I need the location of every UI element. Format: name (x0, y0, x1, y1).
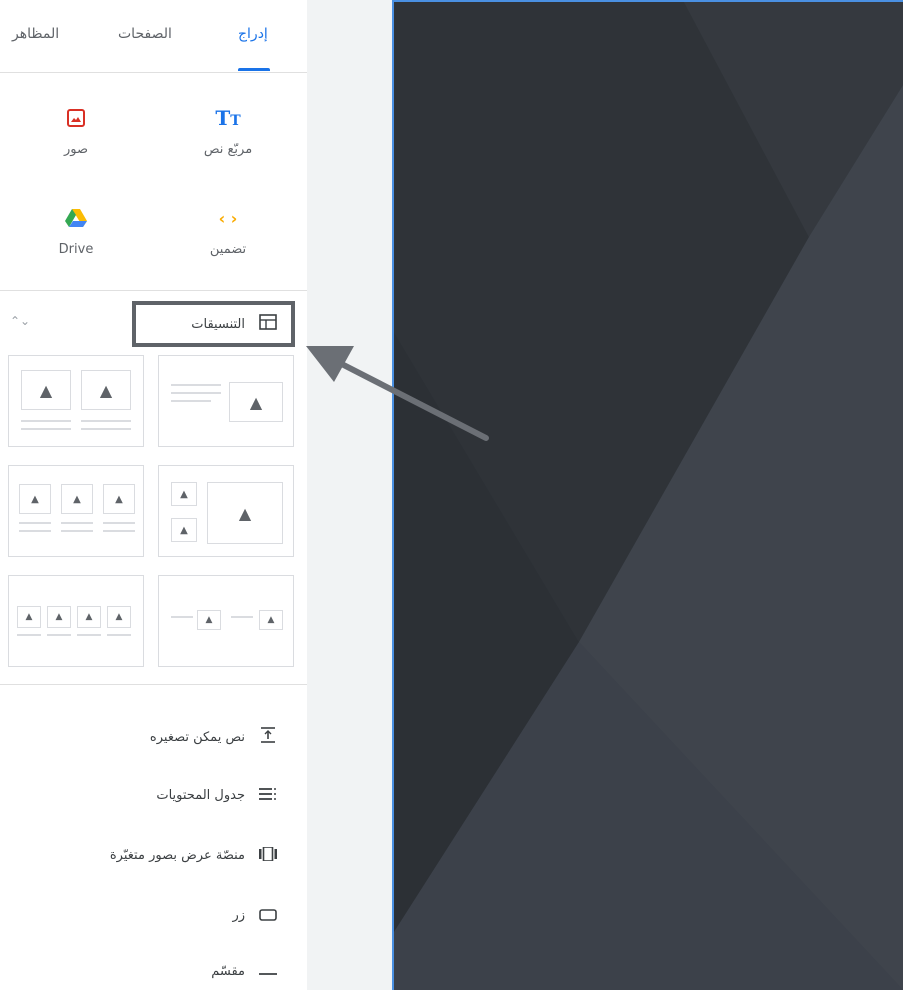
image-placeholder-icon: ▲ (19, 484, 51, 514)
text-box-icon: TT (215, 106, 241, 130)
embed-icon: ‹ › (218, 208, 238, 228)
image-placeholder-icon: ▲ (47, 606, 71, 628)
text-line-placeholder (171, 392, 221, 394)
image-carousel-label: منصّة عرض بصور متغيّرة (109, 848, 245, 863)
text-line-placeholder (21, 420, 71, 422)
image-placeholder-icon: ▲ (77, 606, 101, 628)
layouts-section-header[interactable]: التنسيقات (132, 301, 295, 347)
table-of-contents-label: جدول المحتويات (156, 788, 245, 803)
page-canvas[interactable] (392, 0, 903, 990)
divider (0, 290, 307, 291)
layout-option[interactable]: ▲ ▲ ▲ (8, 465, 144, 557)
layout-option[interactable]: ▲ ▲ (158, 575, 294, 667)
text-line-placeholder (171, 384, 221, 386)
layout-option[interactable]: ▲ (158, 355, 294, 447)
layout-option[interactable]: ▲ ▲ (8, 355, 144, 447)
text-box-label: مربّع نص (203, 142, 253, 157)
collapsible-text-icon (259, 726, 277, 748)
text-line-placeholder (103, 522, 135, 524)
text-line-placeholder (77, 634, 101, 636)
image-placeholder-icon: ▲ (171, 518, 197, 542)
image-placeholder-icon: ▲ (81, 370, 131, 410)
collapsible-text-label: نص يمكن تصغيره (149, 729, 245, 745)
tab-themes[interactable]: المظاهر (12, 26, 59, 42)
image-placeholder-icon: ▲ (171, 482, 197, 506)
drive-label: Drive (58, 242, 94, 257)
table-of-contents-icon (259, 786, 277, 805)
button-icon (259, 906, 277, 925)
image-placeholder-icon: ▲ (103, 484, 135, 514)
tab-pages[interactable]: الصفحات (118, 26, 172, 42)
google-drive-icon (16, 204, 136, 232)
image-placeholder-icon: ▲ (21, 370, 71, 410)
active-tab-indicator (238, 68, 270, 71)
image-placeholder-icon: ▲ (197, 610, 221, 630)
text-line-placeholder (47, 634, 71, 636)
sidebar-tabs: إدراج الصفحات المظاهر (0, 0, 307, 73)
collapse-icon[interactable]: ⌃⌄ (10, 314, 30, 328)
layout-option[interactable]: ▲ ▲ ▲ (158, 465, 294, 557)
text-line-placeholder (19, 530, 51, 532)
text-line-placeholder (17, 634, 41, 636)
text-line-placeholder (171, 400, 211, 402)
layout-option[interactable]: ▲ ▲ ▲ ▲ (8, 575, 144, 667)
header-background-image (394, 2, 903, 990)
image-placeholder-icon: ▲ (107, 606, 131, 628)
text-line-placeholder (19, 522, 51, 524)
divider-icon (259, 962, 277, 981)
text-line-placeholder (61, 530, 93, 532)
image-icon (16, 104, 136, 132)
text-line-placeholder (107, 634, 131, 636)
collapsible-text-item[interactable]: نص يمكن تصغيره (150, 726, 277, 748)
tab-insert[interactable]: إدراج (238, 26, 268, 42)
insert-drive-button[interactable]: Drive (16, 204, 136, 257)
image-placeholder-icon: ▲ (259, 610, 283, 630)
image-placeholder-icon: ▲ (17, 606, 41, 628)
table-of-contents-item[interactable]: جدول المحتويات (156, 786, 277, 805)
insert-images-button[interactable]: صور (16, 104, 136, 157)
insert-sidebar: إدراج الصفحات المظاهر TT مربّع نص صور ‹ … (0, 0, 308, 990)
insert-text-box-button[interactable]: TT مربّع نص (168, 104, 288, 157)
image-placeholder-icon: ▲ (207, 482, 283, 544)
carousel-icon (259, 846, 277, 865)
text-line-placeholder (103, 530, 135, 532)
text-line-placeholder (21, 428, 71, 430)
button-label: زر (232, 908, 245, 923)
text-line-placeholder (231, 616, 253, 618)
annotation-arrow-icon (306, 346, 489, 441)
button-item[interactable]: زر (232, 906, 277, 925)
layouts-label: التنسيقات (191, 316, 245, 332)
images-label: صور (63, 142, 89, 157)
text-line-placeholder (81, 420, 131, 422)
text-line-placeholder (61, 522, 93, 524)
text-line-placeholder (81, 428, 131, 430)
text-line-placeholder (171, 616, 193, 618)
embed-label: تضمين (209, 242, 247, 257)
divider-item[interactable]: مقسّم (211, 962, 277, 981)
divider-label: مقسّم (211, 964, 245, 979)
image-carousel-item[interactable]: منصّة عرض بصور متغيّرة (110, 846, 277, 865)
divider (0, 684, 307, 685)
insert-embed-button[interactable]: ‹ › تضمين (168, 204, 288, 258)
layouts-icon (259, 314, 277, 334)
image-placeholder-icon: ▲ (61, 484, 93, 514)
canvas-margin (307, 0, 392, 990)
image-placeholder-icon: ▲ (229, 382, 283, 422)
